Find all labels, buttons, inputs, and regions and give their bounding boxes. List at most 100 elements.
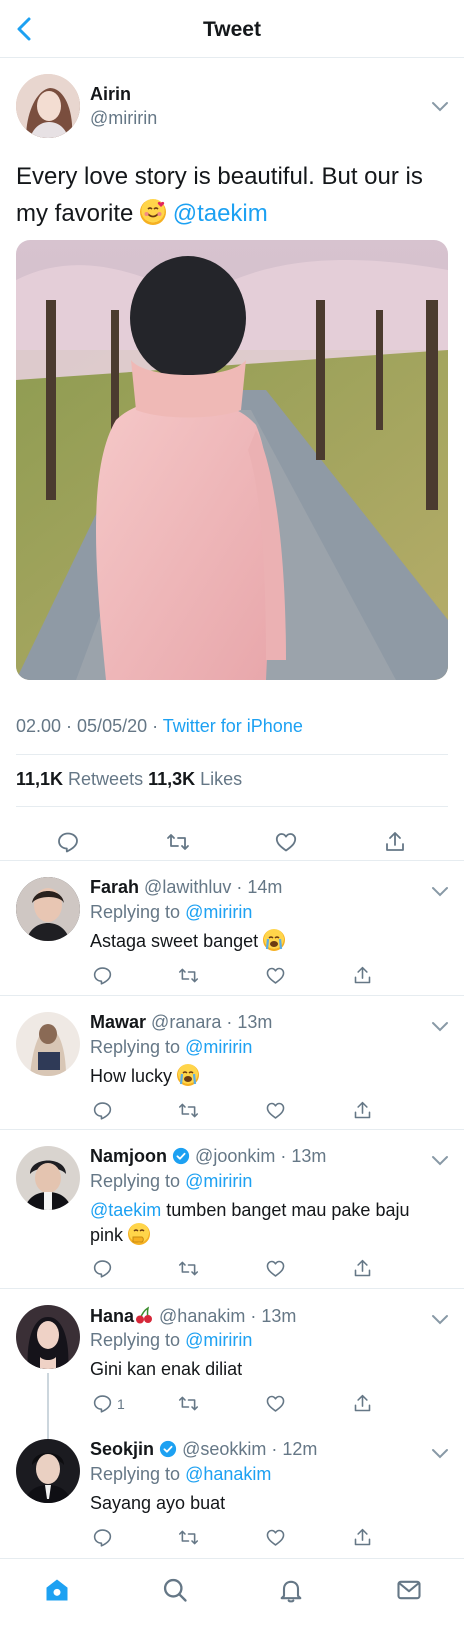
like-button[interactable] (265, 1100, 286, 1121)
reply-actions (0, 965, 464, 993)
bottom-tab-bar (0, 1558, 464, 1626)
reply-button[interactable] (56, 830, 80, 854)
tweet-source[interactable]: Twitter for iPhone (163, 716, 303, 736)
like-button[interactable] (274, 830, 298, 854)
reply-actions (0, 1527, 464, 1555)
replying-to-link[interactable]: @miririn (185, 1171, 252, 1191)
heart-icon (275, 833, 297, 852)
avatar[interactable] (16, 74, 80, 138)
reply-text-body: Astaga sweet banget (90, 931, 264, 951)
reply-author-handle[interactable]: @seokkim (182, 1439, 266, 1459)
avatar[interactable] (16, 1305, 80, 1369)
reply-author-handle[interactable]: @hanakim (159, 1306, 245, 1326)
divider (0, 1288, 464, 1289)
author-name[interactable]: Airin (90, 84, 131, 105)
mention-link[interactable]: @taekim (90, 1200, 161, 1220)
replying-to: Replying to @hanakim (90, 1464, 271, 1485)
share-icon (354, 1259, 371, 1277)
share-button[interactable] (352, 965, 373, 986)
replying-to-link[interactable]: @miririn (185, 902, 252, 922)
retweets-count[interactable]: 11,1K (16, 769, 63, 789)
retweet-button[interactable] (178, 1258, 199, 1279)
retweet-button[interactable] (166, 830, 190, 854)
reply-author-handle[interactable]: @joonkim (195, 1146, 275, 1166)
verified-badge-icon (159, 1440, 177, 1458)
share-button[interactable] (383, 830, 407, 854)
home-icon (46, 1579, 68, 1601)
like-button[interactable] (265, 1258, 286, 1279)
share-icon (386, 832, 404, 851)
divider (0, 1129, 464, 1130)
top-bar: Tweet (0, 0, 464, 58)
mail-icon (397, 1580, 421, 1600)
replying-to-link[interactable]: @miririn (185, 1037, 252, 1057)
reply-button[interactable] (92, 1527, 113, 1548)
share-icon (354, 1394, 371, 1412)
retweet-button[interactable] (178, 1100, 199, 1121)
reply-button[interactable] (92, 1258, 113, 1279)
reply-text: Astaga sweet banget (90, 929, 440, 954)
replying-to-link[interactable]: @hanakim (185, 1464, 271, 1484)
reply-author-handle[interactable]: @lawithluv (144, 877, 231, 897)
author-handle[interactable]: @miririn (90, 108, 157, 129)
chevron-down-icon[interactable] (428, 1441, 452, 1465)
reply-author-name[interactable]: Namjoon (90, 1146, 167, 1166)
mention-link[interactable]: @taekim (173, 200, 268, 227)
face-with-hand-over-mouth-icon (128, 1223, 151, 1245)
chevron-down-icon[interactable] (428, 94, 452, 118)
tab-notifications[interactable] (274, 1573, 308, 1607)
retweet-button[interactable] (178, 965, 199, 986)
like-button[interactable] (265, 1527, 286, 1548)
reply-button[interactable] (92, 1100, 113, 1121)
tab-messages[interactable] (392, 1573, 426, 1607)
reply-author-name[interactable]: Mawar (90, 1012, 146, 1032)
avatar[interactable] (16, 1146, 80, 1210)
divider (0, 860, 464, 861)
chevron-down-icon[interactable] (428, 879, 452, 903)
reply-time: 12m (282, 1439, 318, 1459)
reply-button[interactable]: 1 (92, 1393, 125, 1414)
reply-time: 13m (237, 1012, 273, 1032)
reply-time: 13m (261, 1306, 297, 1326)
reply-header: Hana @hanakim · 13m (90, 1306, 297, 1326)
reply-icon (93, 1395, 112, 1413)
retweets-label[interactable]: Retweets (63, 769, 148, 789)
reply-author-name[interactable]: Farah (90, 877, 139, 897)
reply-button[interactable] (92, 965, 113, 986)
tab-home[interactable] (40, 1573, 74, 1607)
like-button[interactable] (265, 965, 286, 986)
reply-header: Farah @lawithluv · 14m (90, 877, 283, 897)
chevron-down-icon[interactable] (428, 1148, 452, 1172)
share-button[interactable] (352, 1527, 373, 1548)
reply-icon (93, 1529, 112, 1547)
reply-author-name[interactable]: Seokjin (90, 1439, 154, 1459)
chevron-down-icon[interactable] (428, 1014, 452, 1038)
like-button[interactable] (265, 1393, 286, 1414)
smiling-face-with-hearts-icon (140, 199, 167, 225)
likes-label[interactable]: Likes (195, 769, 242, 789)
reply-icon (58, 832, 78, 853)
tweet-timestamp: 02.00 · 05/05/20 · Twitter for iPhone (16, 716, 303, 737)
reply-icon (93, 1260, 112, 1278)
loudly-crying-face-icon (177, 1064, 200, 1086)
likes-count[interactable]: 11,3K (148, 769, 195, 789)
reply-author-handle[interactable]: @ranara (151, 1012, 221, 1032)
avatar[interactable] (16, 1012, 80, 1076)
share-button[interactable] (352, 1258, 373, 1279)
retweet-button[interactable] (178, 1393, 199, 1414)
avatar[interactable] (16, 877, 80, 941)
chevron-down-icon[interactable] (428, 1307, 452, 1331)
avatar[interactable] (16, 1439, 80, 1503)
share-icon (354, 1101, 371, 1119)
reply-author-name[interactable]: Hana (90, 1306, 134, 1326)
replying-to: Replying to @miririn (90, 902, 252, 923)
share-button[interactable] (352, 1100, 373, 1121)
retweet-icon (178, 1103, 199, 1118)
retweet-button[interactable] (178, 1527, 199, 1548)
share-button[interactable] (352, 1393, 373, 1414)
replying-to-link[interactable]: @miririn (185, 1330, 252, 1350)
divider (0, 995, 464, 996)
retweet-icon (178, 968, 199, 983)
tab-search[interactable] (158, 1573, 192, 1607)
tweet-photo[interactable] (16, 240, 448, 680)
